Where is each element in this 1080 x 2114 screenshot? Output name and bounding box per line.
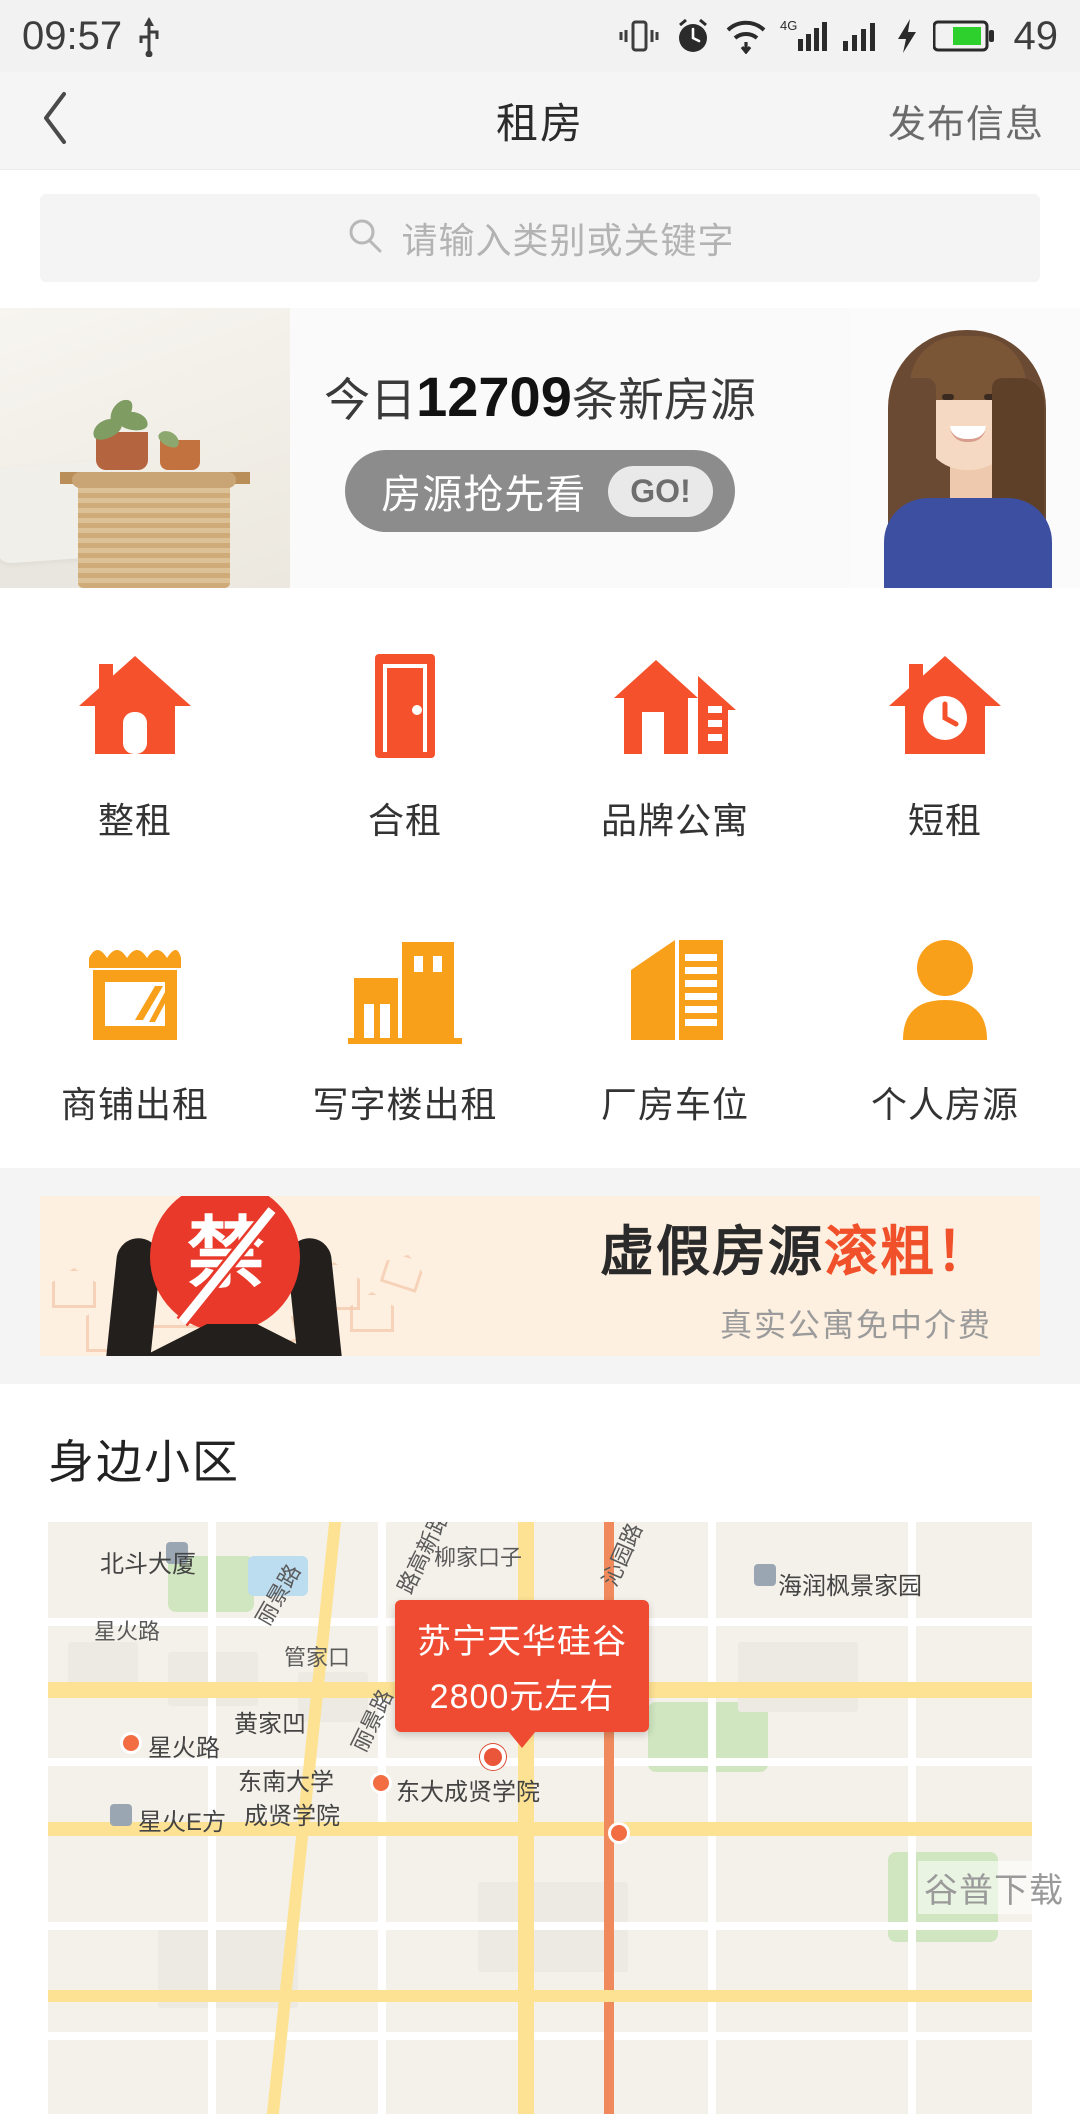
hero-prefix: 今日	[324, 374, 417, 426]
category-item-zhengzu[interactable]: 整租	[0, 642, 270, 844]
map-label: 成贤学院	[244, 1803, 340, 1830]
nearby-title: 身边小区	[48, 1436, 240, 1488]
map-poi-marker	[110, 1804, 132, 1826]
hero-banner[interactable]: 今日12709条新房源 房源抢先看 GO!	[0, 308, 1080, 588]
category-label: 短租	[907, 800, 982, 841]
slash-icon	[176, 1205, 278, 1327]
status-bar: 09:57 4G 49	[0, 0, 1080, 72]
search-input[interactable]: 请输入类别或关键字	[40, 194, 1040, 282]
ad-text-block: 虚假房源滚粗！ 真实公寓免中介费	[600, 1207, 992, 1346]
category-label: 厂房车位	[600, 1084, 749, 1125]
category-grid: 整租 合租 品牌公寓 短租 商铺出租 写字楼出租 厂房车位 个人房源	[0, 588, 1080, 1168]
map-poi-marker	[120, 1732, 142, 1754]
ad-illustration: 禁	[40, 1196, 460, 1356]
back-button[interactable]	[0, 72, 110, 170]
map-poi-marker	[608, 1822, 630, 1844]
category-label: 合租	[367, 800, 442, 841]
house-icon	[75, 642, 195, 762]
category-item-shangpuchuzu[interactable]: 商铺出租	[0, 926, 270, 1128]
publish-info-button[interactable]: 发布信息	[888, 93, 1044, 148]
category-item-changfangchewei[interactable]: 厂房车位	[540, 926, 810, 1128]
battery-icon	[932, 19, 995, 53]
nearby-section-header: 身边小区	[0, 1384, 1080, 1522]
map-label: 星火E方	[138, 1809, 227, 1836]
vibrate-icon	[617, 18, 661, 54]
office-icon	[340, 926, 470, 1046]
map-center-pin	[480, 1744, 506, 1770]
shop-icon	[75, 926, 195, 1046]
ad-title: 虚假房源滚粗！	[600, 1207, 992, 1286]
nav-bar: 租房 发布信息	[0, 72, 1080, 170]
battery-percent: 49	[1013, 13, 1059, 58]
signal-4g-icon: 4G	[780, 17, 828, 55]
category-row-1: 整租 合租 品牌公寓 短租	[0, 642, 1080, 844]
category-item-duanzu[interactable]: 短租	[810, 642, 1080, 844]
community-price-callout[interactable]: 苏宁天华硅谷 2800元左右	[395, 1600, 649, 1748]
apartment-icon	[610, 642, 740, 762]
map-label: 海润枫景家园	[778, 1573, 922, 1600]
ad-title-normal: 虚假房源	[600, 1221, 824, 1282]
map-label: 管家口	[284, 1645, 351, 1670]
search-icon	[345, 216, 385, 261]
go-badge[interactable]: GO!	[608, 465, 713, 517]
category-label: 个人房源	[870, 1084, 1019, 1125]
charging-bolt-icon	[894, 17, 920, 55]
map-poi-marker	[754, 1564, 776, 1586]
callout-tail	[508, 1731, 536, 1748]
ad-subtitle: 真实公寓免中介费	[719, 1306, 992, 1343]
map-label: 柳家口子	[434, 1545, 523, 1570]
status-bar-left: 09:57	[22, 14, 162, 59]
watermark: 谷普下载	[918, 1861, 1070, 1914]
category-item-pinpaigongyu[interactable]: 品牌公寓	[540, 642, 810, 844]
row-spacer	[0, 844, 1080, 926]
map-label: 星火路	[148, 1735, 220, 1762]
status-bar-right: 4G 49	[617, 13, 1059, 59]
door-icon	[345, 642, 465, 762]
community-price: 2800元左右	[429, 1678, 615, 1716]
category-label: 品牌公寓	[600, 800, 749, 841]
category-label: 整租	[97, 800, 172, 841]
nearby-map[interactable]: 北斗大厦 丽景路 管家口 星火路 星火路 黄家凹 丽景路 路高新路 柳家口子 沁…	[48, 1522, 1032, 2114]
category-label: 写字楼出租	[312, 1084, 498, 1125]
map-label: 东大成贤学院	[396, 1779, 540, 1806]
map-label: 黄家凹	[234, 1711, 306, 1738]
ad-title-accent: 滚粗！	[824, 1221, 992, 1282]
category-label: 商铺出租	[60, 1084, 209, 1125]
category-item-hezu[interactable]: 合租	[270, 642, 540, 844]
map-poi-marker	[370, 1772, 392, 1794]
house-clock-icon	[885, 642, 1005, 762]
person-icon	[885, 926, 1005, 1046]
map-label: 北斗大厦	[100, 1551, 196, 1578]
category-item-gerenfangyuan[interactable]: 个人房源	[810, 926, 1080, 1128]
ad-banner[interactable]: 禁 虚假房源滚粗！ 真实公寓免中介费	[40, 1196, 1040, 1356]
hero-suffix: 条新房源	[571, 374, 756, 426]
signal-icon	[841, 17, 881, 55]
svg-text:4G: 4G	[780, 18, 797, 33]
wifi-icon	[725, 18, 767, 54]
search-placeholder: 请输入类别或关键字	[401, 220, 735, 261]
community-name: 苏宁天华硅谷	[417, 1623, 627, 1661]
hero-content: 今日12709条新房源 房源抢先看 GO!	[0, 308, 1080, 588]
category-row-2: 商铺出租 写字楼出租 厂房车位 个人房源	[0, 926, 1080, 1128]
alarm-icon	[674, 17, 712, 55]
factory-icon	[613, 926, 738, 1046]
ad-section: 禁 虚假房源滚粗！ 真实公寓免中介费	[0, 1168, 1080, 1384]
search-section: 请输入类别或关键字	[0, 170, 1080, 308]
status-time: 09:57	[22, 13, 123, 58]
usb-icon	[136, 15, 162, 57]
chevron-left-icon	[38, 90, 72, 151]
map-label: 星火路	[94, 1619, 161, 1644]
hero-headline: 今日12709条新房源	[324, 364, 756, 430]
map-label: 东南大学	[238, 1769, 334, 1796]
preview-listings-button[interactable]: 房源抢先看 GO!	[345, 450, 735, 532]
preview-listings-label: 房源抢先看	[381, 473, 587, 517]
hero-count: 12709	[416, 365, 572, 428]
category-item-xiezilouchuzu[interactable]: 写字楼出租	[270, 926, 540, 1128]
